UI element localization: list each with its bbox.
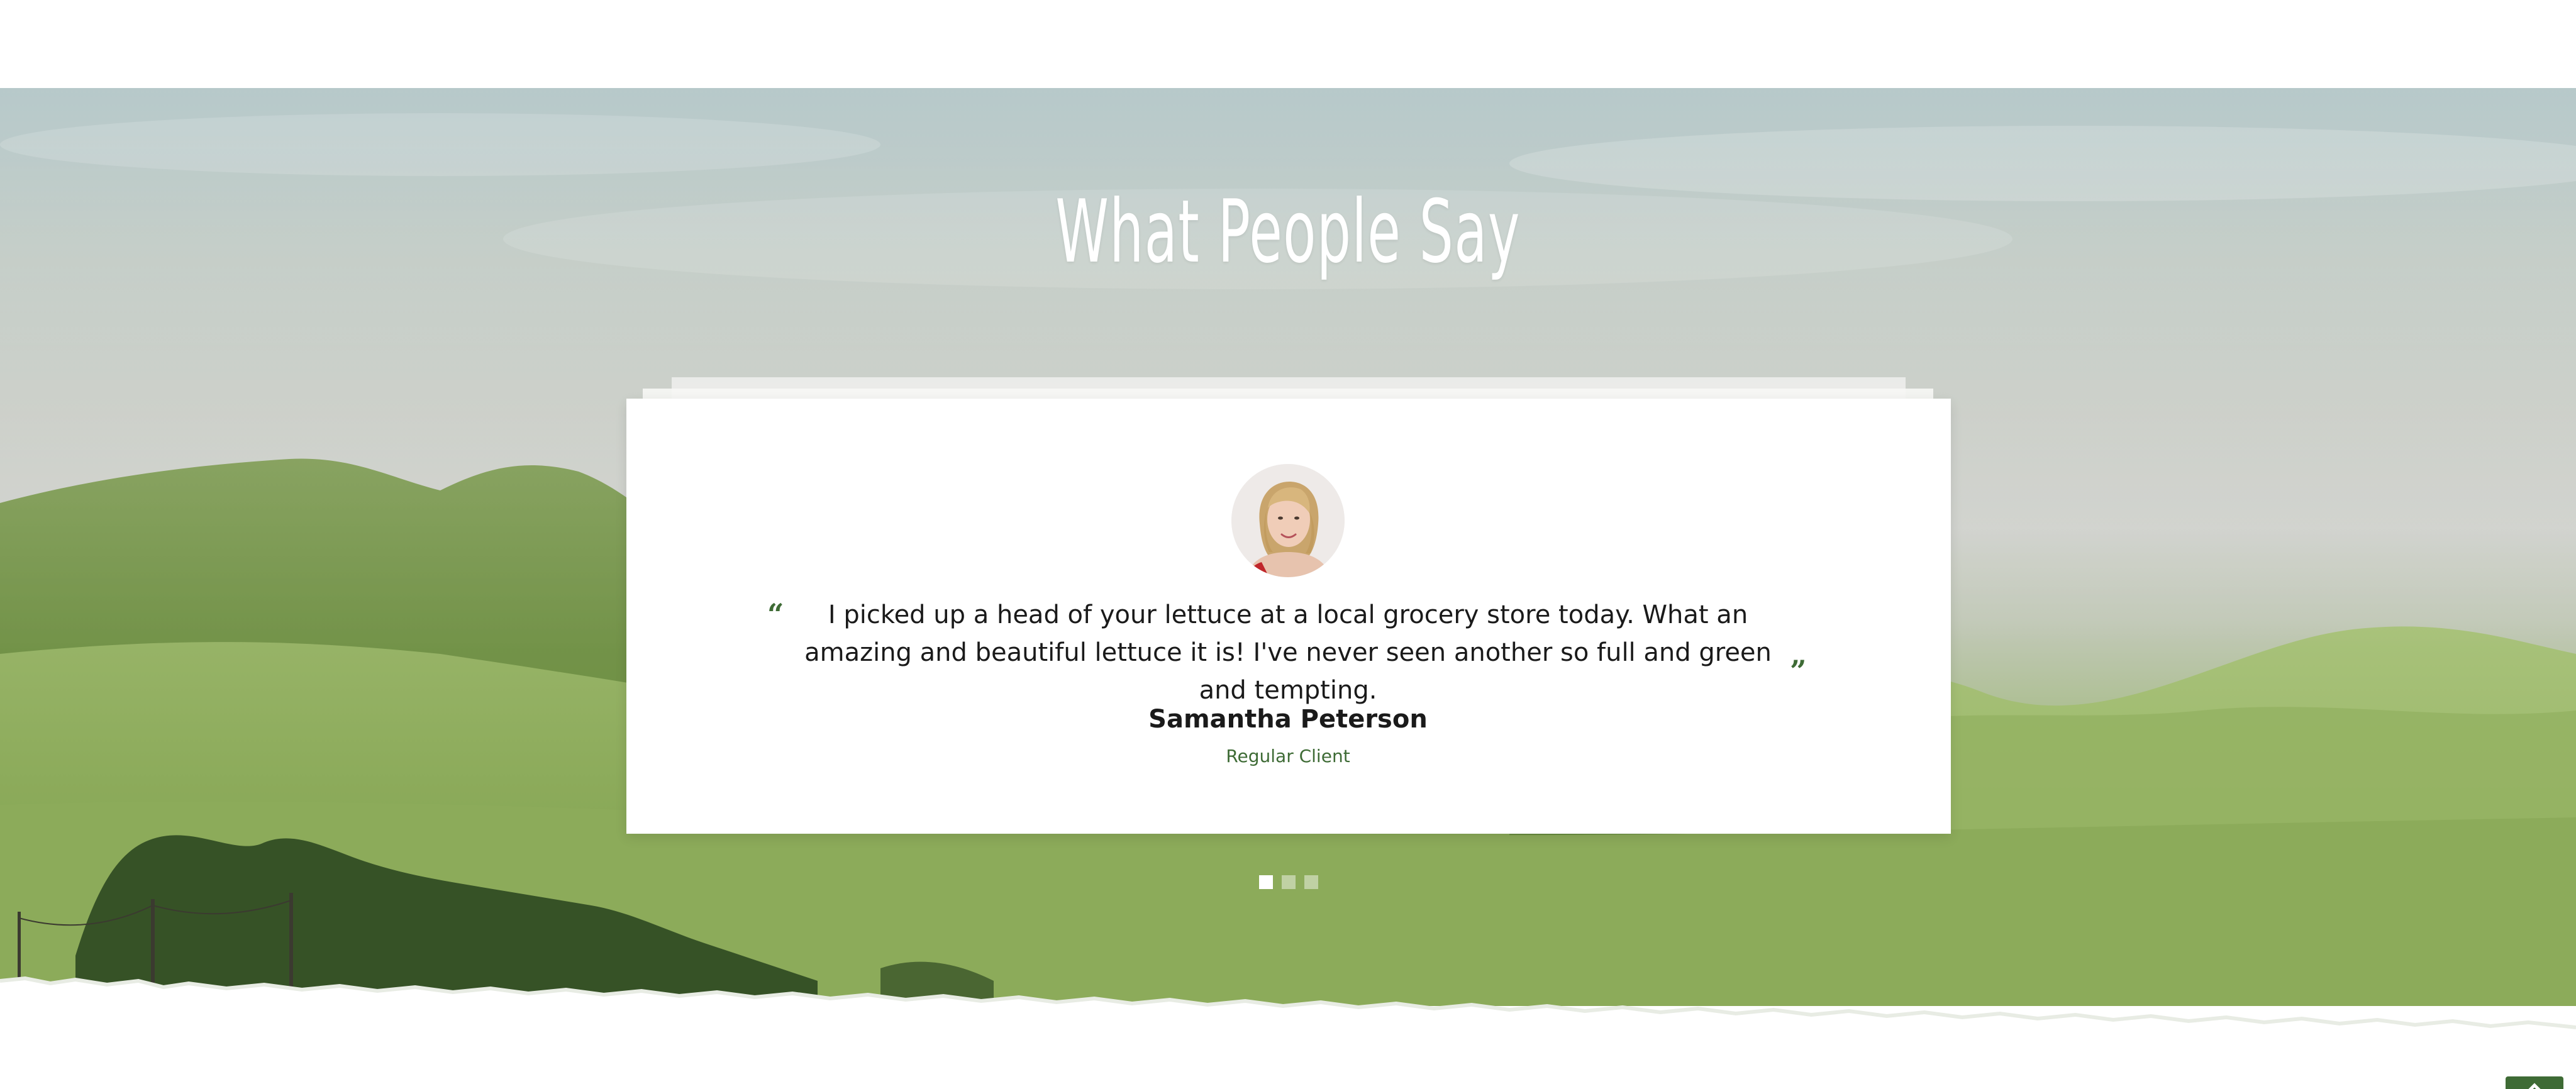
slider-dot-3[interactable] <box>1304 875 1318 889</box>
testimonial-quote: I picked up a head of your lettuce at a … <box>804 600 1772 705</box>
slider-dot-1[interactable] <box>1259 875 1273 889</box>
slider-dot-2[interactable] <box>1282 875 1296 889</box>
close-quote-icon: ” <box>1790 654 1807 688</box>
testimonials-section: What People Say “ I picked up a head of … <box>0 88 2576 1006</box>
section-title: What People Say <box>1055 181 1521 282</box>
torn-paper-divider <box>0 976 2576 1089</box>
open-quote-icon: “ <box>767 597 784 631</box>
client-name: Samantha Peterson <box>1148 705 1428 734</box>
client-avatar <box>1231 464 1345 577</box>
client-role: Regular Client <box>1226 746 1350 766</box>
slider-pagination <box>1259 875 1318 889</box>
scroll-to-top-button[interactable] <box>2506 1076 2563 1089</box>
page: What People Say “ I picked up a head of … <box>0 0 2576 1089</box>
chevron-up-icon <box>2528 1083 2541 1089</box>
